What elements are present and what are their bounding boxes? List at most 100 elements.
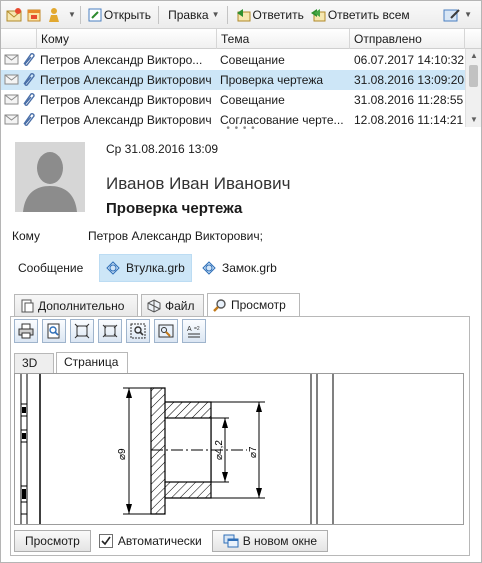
person-icon[interactable] <box>45 6 63 24</box>
person-dropdown-caret[interactable]: ▼ <box>68 10 76 19</box>
dim-label: ⌀9 <box>117 448 128 460</box>
reply-all-label: Ответить всем <box>327 7 410 22</box>
text-size-button[interactable]: A =2 <box>182 319 206 343</box>
row-to: Петров Александр Викторо... <box>40 53 203 67</box>
to-label: Кому <box>12 229 41 243</box>
scroll-thumb[interactable] <box>469 65 478 87</box>
user-silhouette-icon <box>15 142 85 212</box>
attachment-item[interactable]: Замок.grb <box>196 254 283 282</box>
preview-bottom-bar: Просмотр Автоматически В новом окне <box>14 530 329 552</box>
dim-label: ⌀4,2 <box>214 440 225 460</box>
attachment-name: Замок.grb <box>222 261 277 275</box>
row-to: Петров Александр Викторович <box>40 93 212 107</box>
svg-text:A: A <box>187 326 192 333</box>
checkbox-checked-icon[interactable] <box>98 534 113 548</box>
preview-button[interactable]: Просмотр <box>14 530 91 552</box>
mail-attachment-icon <box>4 70 38 90</box>
text-size-icon: A =2 <box>187 326 200 338</box>
chevron-down-icon: ▼ <box>464 10 472 19</box>
auto-checkbox[interactable]: Автоматически <box>98 534 202 548</box>
new-window-button[interactable]: В новом окне <box>211 530 329 552</box>
image-search-icon <box>158 324 174 338</box>
page-zoom-icon <box>47 323 60 339</box>
open-button[interactable]: Открыть <box>85 4 154 26</box>
drawing-preview[interactable]: ⌀9 ⌀4,2 ⌀7 <box>14 373 464 525</box>
preview-toolbar: A =2 <box>14 319 210 345</box>
scroll-down-icon[interactable]: ▼ <box>466 113 482 127</box>
attachment-item[interactable]: Втулка.grb <box>99 254 192 282</box>
column-header-to[interactable]: Кому <box>37 29 217 49</box>
message-list: Кому Тема Отправлено Петров Александр Ви… <box>1 29 481 127</box>
message-row[interactable]: Петров Александр Викторович Проверка чер… <box>1 70 465 90</box>
tab-label: Файл <box>165 298 195 313</box>
column-header-sent[interactable]: Отправлено <box>350 29 465 49</box>
row-sent: 31.08.2016 11:28:55 <box>354 93 464 107</box>
reply-button[interactable]: Ответить <box>232 4 307 26</box>
mail-attachment-icon <box>4 110 38 127</box>
grb-file-icon <box>106 261 120 275</box>
reply-all-button[interactable]: Ответить всем <box>307 4 413 26</box>
row-to: Петров Александр Викторович <box>40 73 212 87</box>
toolbar-separator <box>158 5 160 24</box>
grb-file-icon <box>202 261 216 275</box>
icon-column-header[interactable] <box>1 29 37 49</box>
new-window-icon <box>223 534 239 548</box>
dim-label: ⌀7 <box>248 446 259 458</box>
new-message-icon[interactable] <box>5 6 23 24</box>
message-row[interactable]: Петров Александр Викторович Совещание 31… <box>1 90 465 110</box>
tab-additional[interactable]: Дополнительно <box>14 294 138 316</box>
cube-file-icon <box>147 298 161 313</box>
auto-checkbox-label: Автоматически <box>117 534 202 548</box>
toolbar: ▼ Открыть Правка ▼ Ответить Ответить все… <box>1 1 481 29</box>
message-date: Ср 31.08.2016 13:09 <box>106 142 219 156</box>
row-subject: Проверка чертежа <box>220 73 324 87</box>
edit-button[interactable]: Правка ▼ <box>163 4 222 26</box>
calendar-icon[interactable] <box>25 6 43 24</box>
more-actions-button[interactable]: ▼ <box>440 4 475 26</box>
tab-file[interactable]: Файл <box>141 294 204 316</box>
fit-width-icon <box>102 324 118 338</box>
row-to: Петров Александр Викторович <box>40 113 212 127</box>
new-window-label: В новом окне <box>242 534 318 548</box>
row-sent: 31.08.2016 13:09:20 <box>354 73 465 87</box>
reply-label: Ответить <box>252 7 304 22</box>
mail-attachment-icon <box>4 50 38 70</box>
page-icon <box>21 299 34 312</box>
column-header-subject[interactable]: Тема <box>217 29 350 49</box>
avatar <box>15 142 85 212</box>
tab-3d[interactable]: 3D <box>14 353 54 373</box>
fit-all-icon <box>74 323 90 339</box>
message-row[interactable]: Петров Александр Викторо... Совещание 06… <box>1 50 465 70</box>
fit-all-button[interactable] <box>70 319 94 343</box>
tab-label: Дополнительно <box>38 298 125 313</box>
splitter-handle[interactable]: • • • • <box>1 124 481 134</box>
zoom-window-icon <box>130 323 146 339</box>
magnifier-icon <box>213 299 226 312</box>
row-sent: 06.07.2017 14:10:32 <box>354 53 465 67</box>
list-scrollbar[interactable]: ▲ ▼ <box>465 49 481 127</box>
attachments-label: Сообщение <box>18 261 84 275</box>
settings-edit-icon <box>443 8 460 21</box>
attachment-name: Втулка.grb <box>126 261 185 275</box>
list-header: Кому Тема Отправлено <box>1 29 481 49</box>
scroll-up-icon[interactable]: ▲ <box>466 49 482 63</box>
zoom-window-button[interactable] <box>126 319 150 343</box>
tab-preview[interactable]: Просмотр <box>207 293 300 316</box>
fit-width-button[interactable] <box>98 319 122 343</box>
image-tool-button[interactable] <box>154 319 178 343</box>
row-subject: Совещание <box>220 53 285 67</box>
row-sent: 12.08.2016 11:14:21 <box>354 113 464 127</box>
message-subject: Проверка чертежа <box>106 200 243 217</box>
to-value: Петров Александр Викторович; <box>88 229 263 243</box>
svg-text:=2: =2 <box>194 326 200 332</box>
edit-label: Правка <box>168 7 209 22</box>
technical-drawing: ⌀9 ⌀4,2 ⌀7 <box>20 374 334 524</box>
tab-page-1[interactable]: Страница 1 <box>56 352 128 388</box>
open-icon <box>88 8 102 21</box>
page-preview-button[interactable] <box>42 319 66 343</box>
row-subject: Совещание <box>220 93 285 107</box>
reply-all-icon <box>310 8 326 21</box>
toolbar-separator <box>79 5 81 24</box>
print-button[interactable] <box>14 319 38 343</box>
tab-label: Просмотр <box>231 298 286 312</box>
